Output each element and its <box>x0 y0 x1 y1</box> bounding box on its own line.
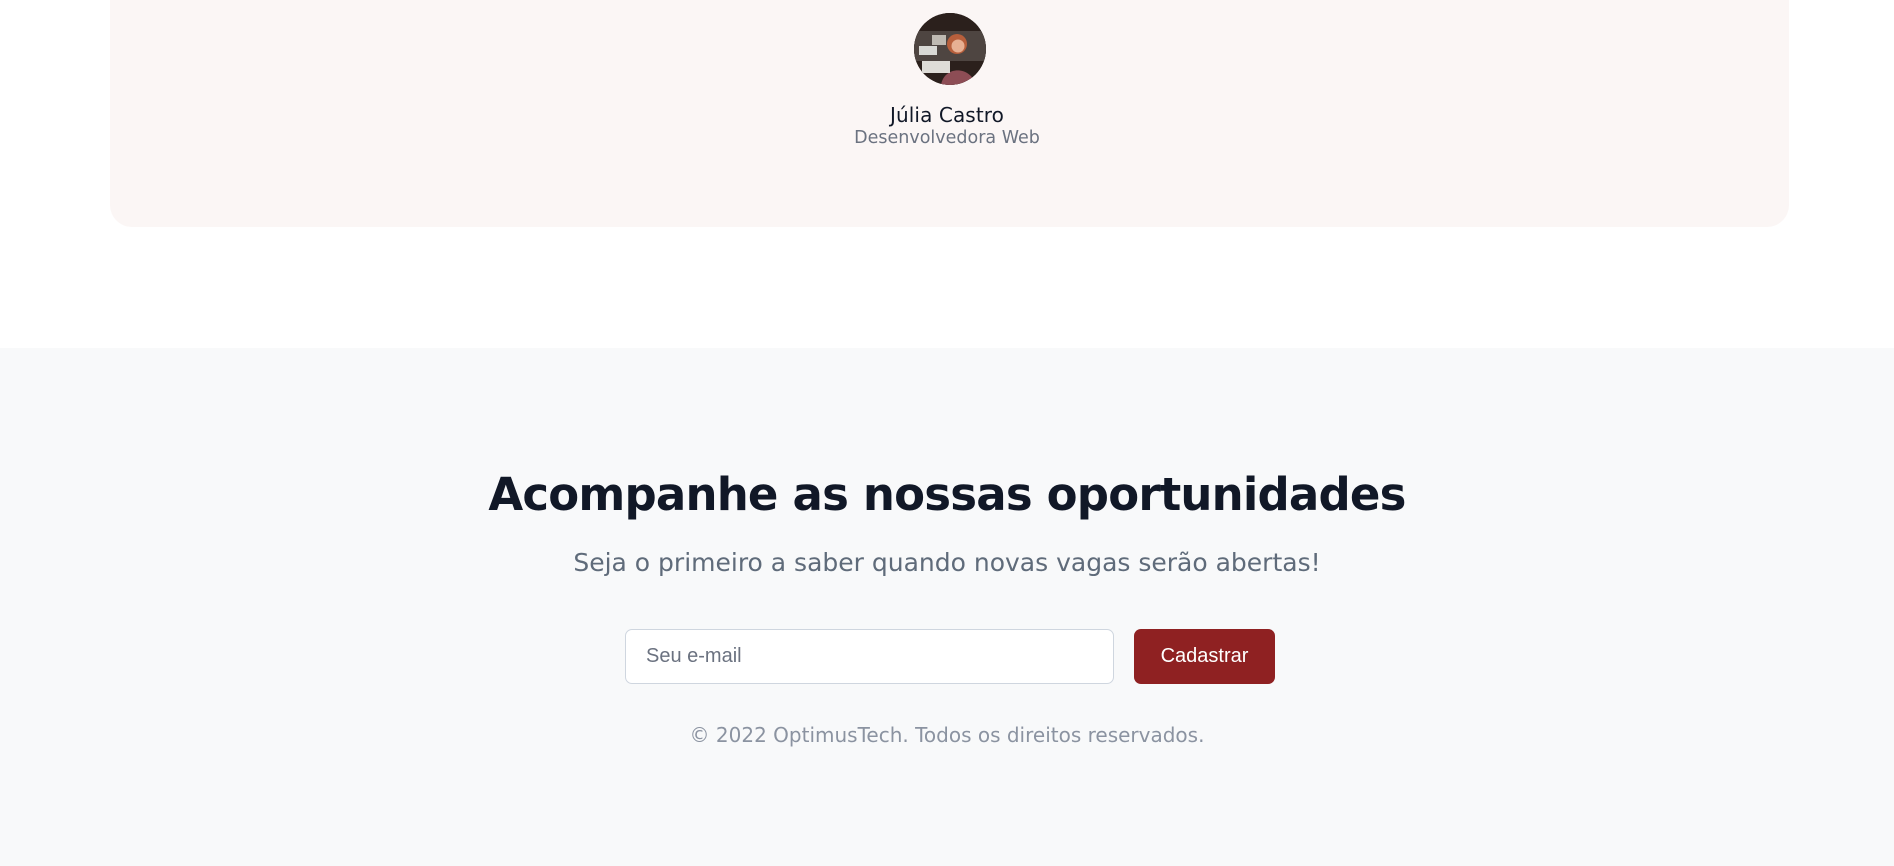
signup-button[interactable]: Cadastrar <box>1134 629 1275 684</box>
copyright-text: © 2022 OptimusTech. Todos os direitos re… <box>689 723 1205 747</box>
author-avatar <box>914 13 986 85</box>
author-role: Desenvolvedora Web <box>854 128 1040 148</box>
author-name: Júlia Castro <box>889 103 1004 127</box>
testimonial-section: Júlia Castro Desenvolvedora Web <box>0 0 1894 348</box>
newsletter-subtitle: Seja o primeiro a saber quando novas vag… <box>573 548 1321 577</box>
email-input[interactable] <box>625 629 1114 684</box>
newsletter-title: Acompanhe as nossas oportunidades <box>488 468 1406 521</box>
newsletter-section: Acompanhe as nossas oportunidades Seja o… <box>0 348 1894 866</box>
